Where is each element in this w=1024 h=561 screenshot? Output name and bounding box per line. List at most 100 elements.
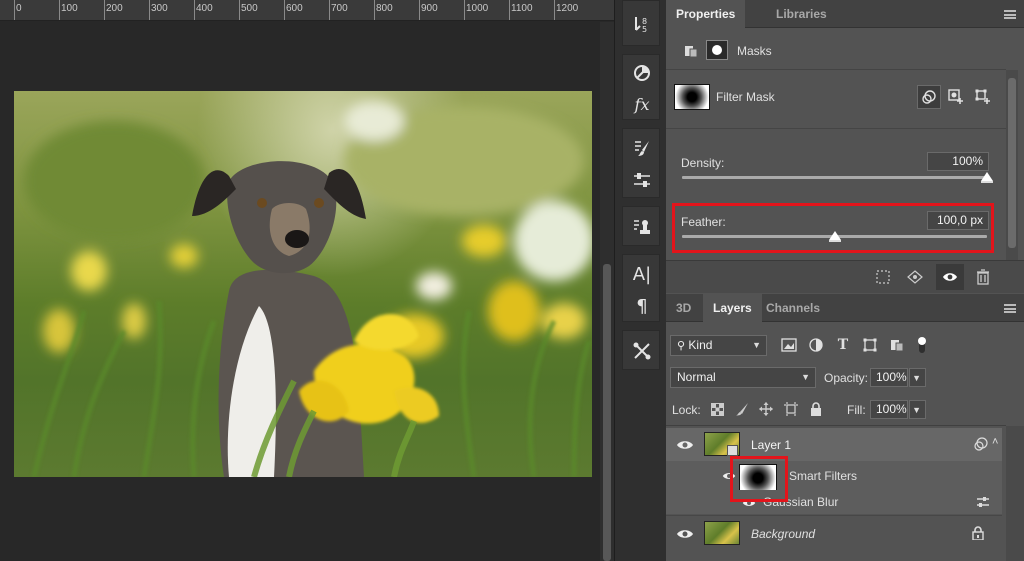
layer-name: Layer 1 [751,438,792,452]
tab-layers[interactable]: Layers [703,294,762,322]
density-slider[interactable] [682,176,987,179]
blend-mode-value: Normal [677,370,716,384]
opacity-field[interactable]: 100% [870,368,908,387]
lock-pixels-icon[interactable] [731,398,753,420]
collapse-arrow-icon[interactable]: ˄ [992,436,998,448]
smart-object-icon [680,40,702,62]
ruler-tick [14,0,15,20]
ruler-tick [464,0,465,20]
ruler-tick [59,0,60,20]
panel-dock-icons: 85 fx A| ¶ [614,0,666,561]
apply-mask-icon[interactable] [904,266,926,288]
character-icon[interactable]: A| [623,261,661,287]
layer-row-background[interactable]: Background [666,515,1002,549]
density-label: Density: [681,156,725,170]
layer-row-layer1[interactable]: Layer 1 ˄ [666,428,1002,461]
brush-settings-icon[interactable] [623,135,661,161]
chevron-down-icon: ▼ [912,405,921,415]
blend-mode-select[interactable]: Normal ▼ [670,367,816,388]
document-image[interactable] [14,91,592,477]
ruler-tick [239,0,240,20]
mask-icon[interactable] [623,60,661,86]
adjustment-icon[interactable] [623,167,661,193]
tool-group-type: A| ¶ [622,254,660,322]
select-mask-icon[interactable] [917,85,941,109]
ruler-label: 100 [61,3,78,14]
add-vector-mask-icon[interactable] [972,86,994,108]
ruler-label: 700 [331,3,348,14]
lock-transparent-icon[interactable] [706,398,728,420]
feather-highlight-box [672,203,994,253]
lock-label: Lock: [672,403,701,417]
smart-object-badge-icon [727,445,738,456]
lock-all-icon[interactable] [805,398,827,420]
visibility-eye-icon[interactable] [676,439,694,451]
canvas-scrollbar[interactable] [600,22,614,561]
layers-tabbar: 3D Layers Channels [666,294,1024,322]
scrollbar-thumb[interactable] [603,264,611,561]
layer-row-smart-filters[interactable]: Smart Filters [666,461,1002,492]
delete-mask-icon[interactable] [972,266,994,288]
right-panels: Properties Libraries Masks Filter Mask D… [666,0,1024,561]
chevron-down-icon: ▼ [912,373,921,383]
add-pixel-mask-icon[interactable] [945,86,967,108]
ruler-label: 400 [196,3,213,14]
smart-filter-indicator-icon [974,437,988,451]
masks-header-label: Masks [737,44,772,58]
svg-text:5: 5 [642,25,647,33]
panel-menu-icon[interactable] [1004,304,1016,313]
layers-scrollbar[interactable] [1006,426,1024,561]
lock-position-icon[interactable] [755,398,777,420]
ruler-label: 300 [151,3,168,14]
ruler-tick [509,0,510,20]
history-brush-icon[interactable]: 85 [623,11,661,37]
ruler-tick [149,0,150,20]
lock-icon [972,526,984,540]
tool-group-properties: fx [622,54,660,120]
fill-label: Fill: [847,403,866,417]
filter-type-icon[interactable]: T [832,334,854,356]
ruler-label: 0 [16,3,22,14]
tab-properties[interactable]: Properties [666,0,746,28]
panel-menu-icon[interactable] [1004,10,1016,19]
filter-mask-thumbnail[interactable] [674,84,710,110]
scrollbar-thumb[interactable] [1008,78,1016,248]
properties-scrollbar[interactable] [1006,70,1018,260]
lock-artboard-icon[interactable] [780,398,802,420]
filter-options-icon[interactable] [976,496,990,508]
horizontal-ruler: 0 100 200 300 400 500 600 700 800 900 10… [0,0,614,21]
density-slider-thumb[interactable] [981,172,993,183]
filter-shape-icon[interactable] [859,334,881,356]
fill-field[interactable]: 100% [870,400,908,419]
load-selection-icon[interactable] [872,266,894,288]
divider [666,128,1006,129]
tab-3d[interactable]: 3D [666,294,701,322]
opacity-dropdown[interactable]: ▼ [909,368,926,387]
search-icon: ⚲ [677,340,686,352]
ruler-tick [104,0,105,20]
density-field[interactable]: 100% [927,152,989,171]
tab-libraries[interactable]: Libraries [766,0,837,28]
ruler-tick [329,0,330,20]
filter-smart-object-icon[interactable] [886,334,908,356]
paragraph-icon[interactable]: ¶ [623,293,661,319]
layer-filter-kind-select[interactable]: ⚲ Kind ▼ [670,335,767,356]
filter-adjustment-icon[interactable] [805,334,827,356]
toggle-mask-visibility-icon[interactable] [936,264,964,290]
properties-tabbar: Properties Libraries [666,0,1024,28]
properties-footer [666,260,1024,293]
opacity-label: Opacity: [824,371,869,385]
clone-stamp-icon[interactable] [623,214,661,240]
fill-dropdown[interactable]: ▼ [909,400,926,419]
fx-icon[interactable]: fx [623,91,661,117]
filter-toggle-icon[interactable] [911,334,933,356]
tool-group-brushes [622,128,660,198]
ruler-label: 1200 [556,3,579,14]
divider [666,69,1006,70]
tools-icon[interactable] [623,338,661,364]
tab-channels[interactable]: Channels [756,294,830,322]
visibility-eye-icon[interactable] [676,528,694,540]
ruler-label: 800 [376,3,393,14]
layer-row-gaussian-blur[interactable]: Gaussian Blur [666,490,1002,514]
filter-pixel-icon[interactable] [778,334,800,356]
